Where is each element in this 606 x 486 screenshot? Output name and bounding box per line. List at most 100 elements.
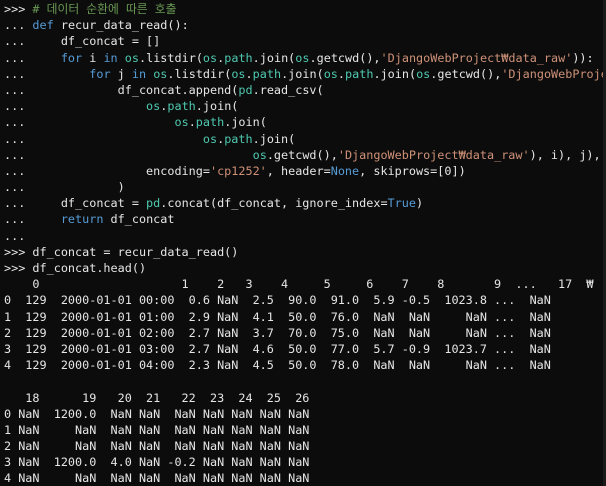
string-token: 'cp1252' (209, 163, 267, 178)
code-text: ... df_concat.append( (4, 82, 239, 97)
code-text: >>> df_concat = recur_data_read() (4, 244, 239, 259)
keyword-token: for (60, 50, 83, 65)
code-text: , skiprows=[0]) (359, 163, 466, 178)
code-text: ) (415, 196, 424, 211)
code-text: , header= (266, 163, 331, 178)
code-text: 1 129 2000-01-01 01:00 2.9 NaN 4.1 50.0 … (4, 309, 551, 324)
console-output-line: 2 129 2000-01-01 02:00 2.7 NaN 3.7 70.0 … (0, 325, 606, 341)
code-text: 0 129 2000-01-01 00:00 0.6 NaN 2.5 90.0 … (4, 293, 551, 308)
module-token: path (252, 66, 282, 81)
keyword-token: def (32, 18, 54, 33)
console-output-line: 4 129 2000-01-01 04:00 2.3 NaN 4.5 50.0 … (0, 357, 606, 373)
console-input-line: ... for i in os.listdir(os.path.join(os.… (0, 50, 606, 66)
console-output-line: 18 19 20 21 22 23 24 25 26 (0, 390, 606, 406)
code-text: .join( (252, 131, 296, 146)
code-text: 4 129 2000-01-01 04:00 2.3 NaN 4.5 50.0 … (4, 358, 551, 373)
code-text: 2 NaN NaN NaN NaN NaN NaN NaN NaN NaN (4, 439, 310, 454)
console-output-line: 1 129 2000-01-01 01:00 2.9 NaN 4.1 50.0 … (0, 309, 606, 325)
code-text: ... (4, 212, 61, 227)
code-text: . (188, 115, 196, 130)
keyword-token: None (330, 163, 360, 178)
code-text: )): (572, 50, 594, 65)
console-input-line: ... os.path.join( (0, 114, 606, 130)
code-text: .join( (195, 99, 239, 114)
code-text: >>> df_concat.head() (4, 261, 147, 275)
console-input-line: ... (0, 228, 606, 244)
code-text: .getcwd(), (309, 50, 381, 65)
module-token: os (146, 99, 161, 114)
console-input-line: ... df_concat.append(pd.read_csv( (0, 82, 606, 98)
console-input-line: ... df_concat = pd.concat(df_concat, ign… (0, 195, 606, 211)
string-token: 'DjangoWebProjec (501, 66, 606, 81)
code-text: 4 NaN NaN NaN NaN NaN NaN NaN NaN NaN (4, 471, 310, 486)
code-text: .join( (373, 66, 417, 81)
console-input-line: ... return df_concat (0, 211, 606, 227)
console-input-line: >>> # 데이터 순환에 따른 호출 (0, 1, 606, 17)
module-token: path (195, 115, 225, 130)
code-text: ... encoding= (4, 163, 210, 178)
code-text: i (82, 50, 104, 65)
console-output-line: 3 NaN 1200.0 4.0 NaN -0.2 NaN NaN NaN Na… (0, 454, 606, 470)
console-input-line: ... ) (0, 179, 606, 195)
code-text: ... (4, 131, 203, 146)
code-text: .join( (224, 115, 267, 130)
module-token: os (202, 131, 218, 146)
code-text: >>> (4, 2, 33, 16)
console-input-line: ... os.getcwd(),'DjangoWebProject₩data_r… (0, 147, 606, 163)
console-output-line: 0 129 2000-01-01 00:00 0.6 NaN 2.5 90.0 … (0, 292, 606, 308)
module-token: path (345, 66, 374, 81)
code-text: .getcwd(), (266, 147, 338, 162)
code-text: ... (4, 147, 253, 162)
module-token: os (124, 50, 139, 65)
console-input-line: ... for j in os.listdir(os.path.join(os.… (0, 66, 606, 82)
code-text: ... (4, 50, 61, 65)
code-text: .join( (252, 50, 296, 65)
module-token: os (231, 66, 246, 81)
console-output-line: 4 NaN NaN NaN NaN NaN NaN NaN NaN NaN (0, 470, 606, 486)
module-token: os (323, 66, 338, 81)
module-token: os (202, 50, 218, 65)
console-output-line: 0 1 2 3 4 5 6 7 8 9 ... 17 ₩ (0, 276, 606, 292)
string-token: 'DjangoWebProject₩data_raw' (380, 50, 573, 65)
module-token: path (167, 99, 196, 114)
console-output-line: 0 NaN 1200.0 NaN NaN NaN NaN NaN NaN NaN (0, 406, 606, 422)
module-token: path (224, 50, 253, 65)
keyword-token: in (131, 66, 147, 81)
code-text: df_concat (103, 212, 175, 227)
code-text: ... df_concat = [] (4, 34, 161, 49)
code-text: 18 19 20 21 22 23 24 25 26 (4, 390, 310, 405)
code-text: 0 NaN 1200.0 NaN NaN NaN NaN NaN NaN NaN (4, 406, 310, 421)
module-token: os (295, 50, 310, 65)
code-text: recur_data_read(): (53, 18, 189, 33)
console-input-line: ... df_concat = [] (0, 33, 606, 49)
code-text: .getcwd(), (430, 66, 502, 81)
code-text: .read_csv( (252, 82, 324, 97)
module-token: os (153, 66, 168, 81)
code-text: 2 129 2000-01-01 02:00 2.7 NaN 3.7 70.0 … (4, 325, 551, 340)
code-text: ... df_concat = (4, 196, 147, 211)
keyword-token: return (60, 212, 104, 227)
code-text: ... (4, 18, 33, 33)
console-input-line: ... os.path.join( (0, 131, 606, 147)
code-text: 1 NaN NaN NaN NaN NaN NaN NaN NaN NaN (4, 422, 310, 437)
module-token: os (416, 66, 431, 81)
code-text: 3 129 2000-01-01 03:00 2.7 NaN 4.6 50.0 … (4, 341, 551, 356)
code-text: .join( (281, 66, 324, 81)
code-text: ... ) (4, 180, 125, 195)
string-token: 'DjangoWebProject₩data_raw' (337, 147, 530, 162)
keyword-token: for (89, 66, 111, 81)
module-token: os (174, 115, 189, 130)
comment-token: # 데이터 순환에 따른 호출 (32, 2, 177, 16)
console-output-line: 3 129 2000-01-01 03:00 2.7 NaN 4.6 50.0 … (0, 341, 606, 357)
module-token: pd (146, 196, 161, 211)
code-text: .listdir( (139, 50, 203, 65)
code-text: ), i), j), (529, 147, 601, 162)
code-text: . (245, 66, 253, 81)
python-console[interactable]: >>> # 데이터 순환에 따른 호출... def recur_data_re… (0, 0, 606, 486)
code-text: 3 NaN 1200.0 4.0 NaN -0.2 NaN NaN NaN Na… (4, 455, 310, 470)
code-text: . (337, 66, 346, 81)
console-input-line: ... def recur_data_read(): (0, 17, 606, 33)
code-text: ... (4, 115, 175, 130)
